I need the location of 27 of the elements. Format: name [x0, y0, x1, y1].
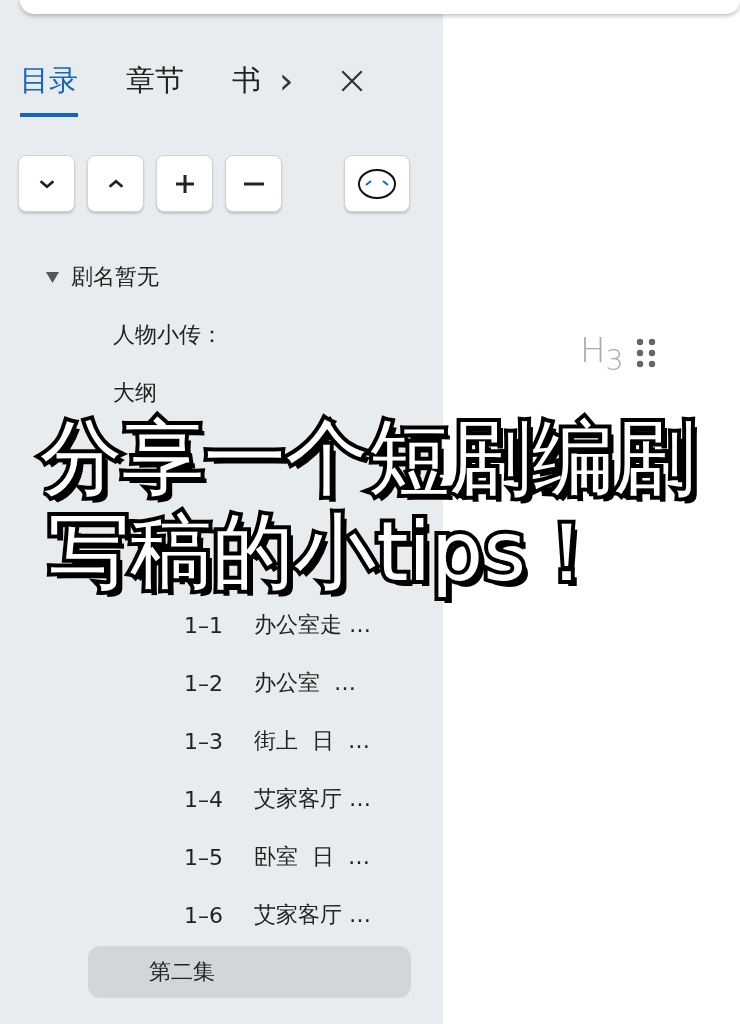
scene-number: 1–2 — [184, 670, 224, 696]
expanded-triangle-icon[interactable] — [46, 271, 59, 283]
remove-button[interactable] — [225, 155, 282, 212]
episode-item[interactable]: 第二集 — [88, 946, 411, 998]
face-icon — [357, 167, 397, 200]
tree-item[interactable]: 大纲 — [113, 378, 157, 408]
scene-title[interactable]: 办公室 … — [254, 668, 356, 698]
scene-number: 1–1 — [184, 612, 224, 638]
scene-number: 1–3 — [184, 728, 224, 754]
tree-item[interactable]: 剧名暂无 — [71, 262, 159, 292]
scene-number: 1–6 — [184, 902, 224, 928]
scene-title[interactable]: 街上 日 … — [254, 726, 370, 756]
scene-number: 1–4 — [184, 786, 224, 812]
scene-number: 1–5 — [184, 844, 224, 870]
face-button[interactable] — [344, 155, 410, 212]
scene-title[interactable]: 卧室 日 … — [254, 842, 370, 872]
add-button[interactable] — [156, 155, 213, 212]
drag-handle-icon[interactable] — [635, 338, 656, 369]
more-tabs-button[interactable]: › — [279, 59, 294, 119]
scene-title[interactable]: 艾家客厅 … — [254, 784, 371, 814]
tab[interactable]: 目录 — [20, 61, 78, 117]
tab[interactable]: 章节 — [126, 61, 184, 117]
heading-level-label: H$_{3}$ — [580, 330, 624, 377]
tab[interactable]: 书 — [232, 61, 261, 117]
scene-title[interactable]: 艾家客厅 … — [254, 900, 371, 930]
tree-item[interactable]: 人物小传： — [113, 320, 223, 350]
scene-title[interactable]: 办公室走 … — [254, 610, 371, 640]
